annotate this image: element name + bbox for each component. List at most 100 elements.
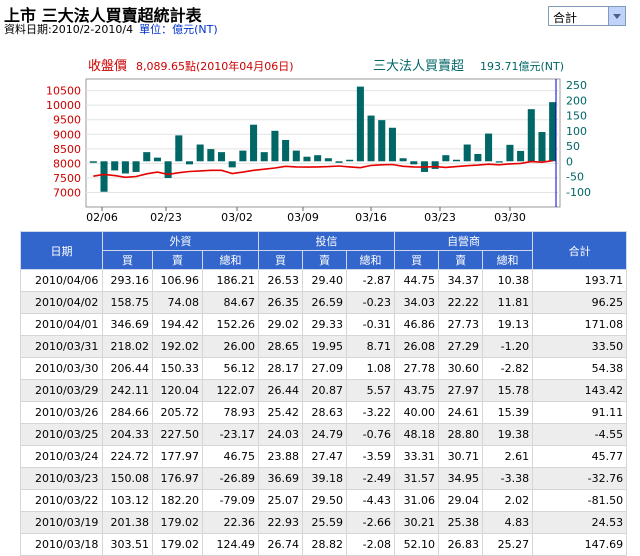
- category-select[interactable]: 合計: [548, 6, 626, 26]
- cell-date: 2010/03/18: [20, 533, 103, 556]
- col-foreign: 外資: [101, 231, 260, 251]
- cell-value: 25.38: [438, 511, 484, 534]
- bar: [346, 159, 354, 162]
- bar: [527, 109, 535, 162]
- cell-value: 106.96: [152, 269, 203, 292]
- right-tick-label: 100: [566, 125, 587, 138]
- cell-value: 22.22: [438, 291, 484, 314]
- cell-value: 27.73: [438, 313, 484, 336]
- left-tick-label: 10500: [46, 85, 81, 98]
- bar: [132, 161, 140, 172]
- cell-value: 40.00: [394, 401, 440, 424]
- cell-value: 23.88: [258, 445, 304, 468]
- institutional-table: 日期 外資 投信 自營商 合計 買 賣 總和 買 賣 總和 買 賣 總和 201…: [20, 231, 628, 556]
- cell-value: -4.43: [346, 489, 396, 512]
- bar: [485, 133, 493, 162]
- cell-value: 204.33: [102, 423, 153, 446]
- bar: [399, 158, 407, 162]
- x-tick-label: 02/23: [150, 211, 182, 224]
- bar: [378, 120, 386, 162]
- cell-value: 36.69: [258, 467, 304, 490]
- col-dealer: 自營商: [394, 231, 534, 251]
- cell-date: 2010/03/25: [20, 423, 103, 446]
- cell-value: 22.93: [258, 511, 304, 534]
- cell-date: 2010/03/19: [20, 511, 103, 534]
- cell-date: 2010/03/26: [20, 401, 103, 424]
- chart-title-price-value: 8,089.65點: [136, 60, 196, 73]
- sub-header: 賣: [302, 250, 348, 270]
- cell-value: 192.02: [152, 335, 203, 358]
- bar: [143, 152, 151, 162]
- bar: [452, 159, 461, 162]
- cell-value: 150.08: [102, 467, 153, 490]
- right-tick-label: 0: [566, 155, 573, 168]
- cell-value: 19.38: [482, 423, 534, 446]
- bar: [282, 139, 290, 162]
- col-total: 合計: [532, 231, 628, 270]
- sub-header: 賣: [152, 250, 203, 270]
- cell-value: 20.87: [302, 379, 348, 402]
- cell-value: 2.02: [482, 489, 534, 512]
- table-row: 2010/03/18 303.51 179.02 124.49 26.74 28.82 -2…: [20, 533, 628, 556]
- chevron-down-icon[interactable]: [608, 7, 625, 25]
- cell-value: 96.25: [532, 291, 628, 314]
- cell-value: 179.02: [152, 533, 203, 556]
- cell-value: -2.49: [346, 467, 396, 490]
- table-row: 2010/04/02 158.75 74.08 84.67 26.35 26.59 -0.2…: [20, 291, 628, 314]
- cell-value: 24.53: [532, 511, 628, 534]
- cell-date: 2010/03/22: [20, 489, 103, 512]
- group-header-row: 日期 外資 投信 自營商 合計: [20, 231, 628, 270]
- bar: [335, 161, 343, 163]
- sub-header: 買: [102, 250, 153, 270]
- cell-value: -23.17: [201, 423, 260, 446]
- cell-value: 45.77: [532, 445, 628, 468]
- cell-date: 2010/04/01: [20, 313, 103, 336]
- sub-header: 買: [258, 250, 304, 270]
- cell-value: 303.51: [102, 533, 153, 556]
- cell-value: 29.50: [302, 489, 348, 512]
- cell-value: 25.59: [302, 511, 348, 534]
- cell-value: 30.71: [438, 445, 484, 468]
- sub-header: 總和: [201, 250, 260, 270]
- unit-label: 單位：億元(NT): [139, 23, 218, 36]
- cell-value: 56.12: [201, 357, 260, 380]
- cell-date: 2010/03/31: [20, 335, 103, 358]
- cell-value: 29.04: [438, 489, 484, 512]
- x-tick-label: 03/09: [287, 211, 319, 224]
- table-row: 2010/03/24 224.72 177.97 46.75 23.88 27.47 -3.…: [20, 445, 628, 468]
- cell-value: -26.89: [201, 467, 260, 490]
- table-row: 2010/03/26 284.66 205.72 78.93 25.42 28.63 -3.…: [20, 401, 628, 424]
- bar: [153, 157, 161, 162]
- cell-value: 5.57: [346, 379, 396, 402]
- cell-value: 30.60: [438, 357, 484, 380]
- cell-value: 24.03: [258, 423, 304, 446]
- cell-date: 2010/03/30: [20, 357, 103, 380]
- cell-value: -32.76: [532, 467, 628, 490]
- bar: [121, 161, 129, 174]
- sub-header: 總和: [346, 250, 396, 270]
- cell-value: 24.61: [438, 401, 484, 424]
- cell-value: 179.02: [152, 511, 203, 534]
- left-tick-label: 9000: [53, 128, 81, 141]
- bar: [388, 127, 396, 162]
- cell-value: 143.42: [532, 379, 628, 402]
- left-tick-label: 8000: [53, 157, 81, 170]
- right-tick-label: 200: [566, 94, 587, 107]
- x-tick-label: 03/23: [424, 211, 456, 224]
- cell-value: 28.82: [302, 533, 348, 556]
- cell-value: 27.29: [438, 335, 484, 358]
- bar: [100, 161, 108, 192]
- table-row: 2010/03/31 218.02 192.02 26.00 28.65 19.95 8.7…: [20, 335, 628, 358]
- right-tick-label: 150: [566, 110, 587, 123]
- bar: [196, 144, 204, 162]
- cell-value: -1.20: [482, 335, 534, 358]
- cell-value: -3.22: [346, 401, 396, 424]
- bar: [506, 144, 514, 162]
- bar: [239, 150, 247, 162]
- cell-value: 29.02: [258, 313, 304, 336]
- chart-title-net-label: 三大法人買賣超: [373, 59, 464, 74]
- bar: [111, 161, 119, 171]
- bar: [185, 161, 194, 165]
- table-row: 2010/03/25 204.33 227.50 -23.17 24.03 24.79 -0…: [20, 423, 628, 446]
- table-row: 2010/04/06 293.16 106.96 186.21 26.53 29.40 -2…: [20, 269, 628, 292]
